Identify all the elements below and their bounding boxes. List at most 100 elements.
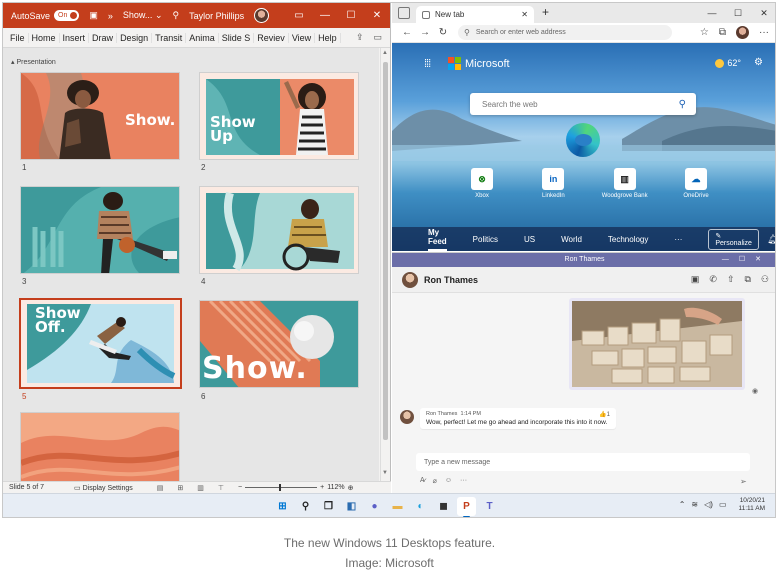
forward-icon[interactable]: → <box>416 27 434 38</box>
sender-avatar[interactable] <box>400 410 414 424</box>
minimize-icon[interactable]: — <box>312 10 338 21</box>
volume-icon[interactable]: ◁) <box>704 500 713 509</box>
close-icon[interactable]: ✕ <box>751 8 775 19</box>
slide-thumbnail-3[interactable] <box>20 186 180 274</box>
video-call-icon[interactable]: ▣ <box>691 274 700 285</box>
tab-review[interactable]: Reviev <box>254 32 289 43</box>
zoom-level[interactable]: 112% <box>327 484 344 491</box>
bell-icon[interactable]: 🔔︎ <box>767 234 775 245</box>
zoom-track[interactable] <box>245 484 318 491</box>
edge-icon[interactable]: ◐ <box>411 497 430 516</box>
teams-window-controls[interactable]: —☐✕ <box>722 253 771 267</box>
weather-widget[interactable]: 62° <box>715 58 741 68</box>
store-icon[interactable]: ◼ <box>434 497 453 516</box>
feed-tab-technology[interactable]: Technology <box>608 235 648 244</box>
reading-view-icon[interactable]: ▥ <box>197 484 204 492</box>
avatar[interactable] <box>254 8 270 23</box>
user-name[interactable]: Taylor Phillips <box>189 11 244 21</box>
overflow-icon[interactable]: » <box>108 11 113 21</box>
add-people-icon[interactable]: ⚇ <box>761 274 769 285</box>
web-search-input[interactable]: Search the web ⚲ <box>470 93 696 115</box>
zoom-knob[interactable] <box>279 484 282 491</box>
taskbar-clock[interactable]: 10/20/21 11:11 AM <box>739 497 766 513</box>
address-bar[interactable]: ⚲ Search or enter web address <box>458 25 672 40</box>
personalize-button[interactable]: ✎ Personalize <box>708 228 759 250</box>
tab-slideshow[interactable]: Slide S <box>219 32 255 43</box>
close-tab-icon[interactable]: ✕ <box>521 10 528 19</box>
tab-file[interactable]: File <box>7 32 29 43</box>
file-explorer-icon[interactable]: ▬ <box>388 497 407 516</box>
quick-link-woodgrove[interactable]: ▥ Woodgrove Bank <box>597 168 653 199</box>
search-icon[interactable]: ⚲ <box>172 10 179 21</box>
quick-link-onedrive[interactable]: ☁ OneDrive <box>668 168 724 199</box>
tab-new-tab[interactable]: New tab ✕ <box>416 6 534 23</box>
quick-link-xbox[interactable]: ⊗ Xbox <box>454 168 510 199</box>
scrollbar-thumb[interactable] <box>383 62 388 440</box>
attach-icon[interactable]: ⌀ <box>433 477 437 485</box>
zoom-slider[interactable]: − + 112% ⊕ <box>238 484 353 492</box>
feed-more-icon[interactable]: ··· <box>674 235 682 244</box>
tab-transitions[interactable]: Transit <box>152 32 187 43</box>
message-compose-input[interactable]: Type a new message <box>416 453 750 471</box>
back-icon[interactable]: ← <box>398 27 416 38</box>
chat-icon[interactable]: ● <box>365 497 384 516</box>
more-options-icon[interactable]: ··· <box>460 477 467 485</box>
new-tab-button[interactable]: + <box>542 5 549 19</box>
more-icon[interactable]: ··· <box>759 27 769 38</box>
slide-thumbnail-7[interactable] <box>20 412 180 481</box>
quick-link-linkedin[interactable]: in LinkedIn <box>525 168 581 199</box>
display-settings-button[interactable]: ▭ Display Settings <box>74 484 133 492</box>
slide-thumbnail-5[interactable]: Show Off. <box>19 298 182 389</box>
feed-tab-my-feed[interactable]: My Feed <box>428 228 447 251</box>
save-icon[interactable]: ▣ <box>89 10 98 21</box>
tab-help[interactable]: Help <box>315 32 341 43</box>
tab-home[interactable]: Home <box>29 32 60 43</box>
widgets-icon[interactable]: ◧ <box>342 497 361 516</box>
scroll-down-icon[interactable]: ▼ <box>382 470 388 476</box>
tab-design[interactable]: Design <box>117 32 153 43</box>
autosave-toggle[interactable]: On <box>54 10 80 21</box>
slide-thumbnail-1[interactable]: Show. <box>20 72 180 160</box>
tab-actions-icon[interactable] <box>398 7 410 19</box>
like-reaction[interactable]: 👍1 <box>599 411 610 418</box>
minimize-icon[interactable]: — <box>699 8 725 19</box>
send-icon[interactable]: ➢ <box>740 477 747 486</box>
normal-view-icon[interactable]: ▤ <box>157 484 164 492</box>
apps-launcher-icon[interactable]: ⁞⁞⁞ <box>424 58 431 70</box>
format-icon[interactable]: A̷ <box>420 477 425 485</box>
task-view-icon[interactable]: ❐ <box>319 497 338 516</box>
emoji-icon[interactable]: ☺ <box>445 477 452 485</box>
zoom-in-button[interactable]: + <box>320 484 324 491</box>
share-icon[interactable]: ⇪ <box>356 32 364 43</box>
popout-icon[interactable]: ⧉ <box>744 274 750 285</box>
comments-icon[interactable]: ▭ <box>373 32 382 43</box>
feed-tab-world[interactable]: World <box>561 235 582 244</box>
image-message[interactable] <box>569 298 745 390</box>
search-icon[interactable]: ⚲ <box>679 99 686 110</box>
document-name[interactable]: Show... ⌄ <box>123 10 163 21</box>
ribbon-display-icon[interactable]: ▭ <box>286 10 312 21</box>
collections-icon[interactable]: ⧉ <box>719 27 726 38</box>
fit-slide-icon[interactable]: ⊕ <box>348 484 354 492</box>
slide-sorter-icon[interactable]: ⊞ <box>177 484 183 492</box>
close-icon[interactable]: ✕ <box>364 10 390 21</box>
battery-icon[interactable]: ▭ <box>719 500 727 509</box>
maximize-icon[interactable]: ☐ <box>725 8 751 19</box>
tab-insert[interactable]: Insert <box>60 32 90 43</box>
feed-tab-politics[interactable]: Politics <box>473 235 498 244</box>
message-bubble[interactable]: Ron Thames 1:14 PM Wow, perfect! Let me … <box>420 408 616 429</box>
contact-avatar[interactable] <box>402 271 418 288</box>
tab-view[interactable]: View <box>289 32 316 43</box>
tab-draw[interactable]: Draw <box>89 32 118 43</box>
start-icon[interactable]: ⊞ <box>273 497 292 516</box>
scroll-up-icon[interactable]: ▲ <box>382 50 388 56</box>
wifi-icon[interactable]: ≋ <box>691 500 698 509</box>
chevron-up-icon[interactable]: ⌃ <box>679 500 686 509</box>
maximize-icon[interactable]: ☐ <box>338 10 364 21</box>
profile-avatar[interactable] <box>736 26 749 39</box>
search-icon[interactable]: ⚲ <box>296 497 315 516</box>
vertical-scrollbar[interactable]: ▲ ▼ <box>380 48 390 481</box>
powerpoint-icon[interactable]: P <box>457 497 476 517</box>
tab-animations[interactable]: Anima <box>186 32 219 43</box>
section-header[interactable]: ▴ Presentation <box>11 58 56 66</box>
